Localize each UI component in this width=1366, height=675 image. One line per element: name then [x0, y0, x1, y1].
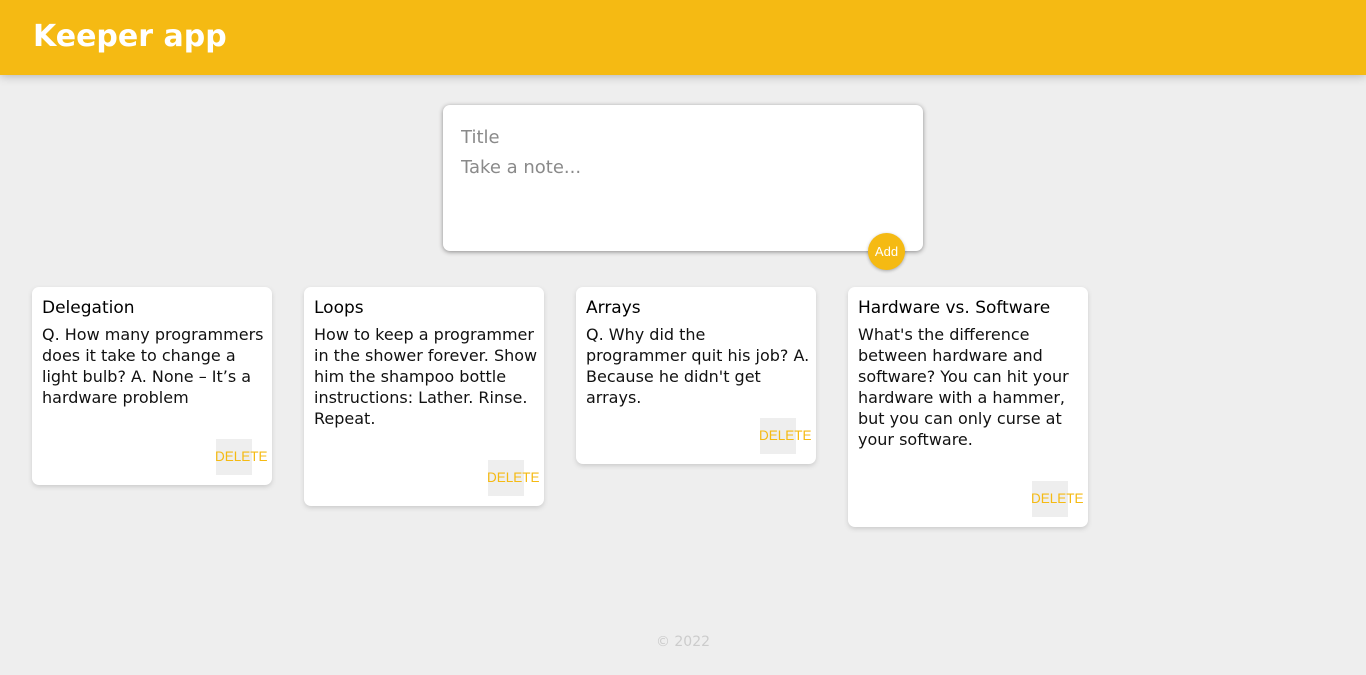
delete-note-button[interactable]: DELETE: [1031, 481, 1084, 517]
footer-copyright: © 2022: [655, 634, 711, 650]
note-content: How to keep a programmer in the shower f…: [314, 325, 543, 428]
note-title: Loops: [314, 298, 364, 318]
note-card: Delegation Q. How many programmers does …: [32, 287, 272, 485]
note-content: Q. Why did the programmer quit his job? …: [586, 325, 815, 407]
delete-note-button[interactable]: DELETE: [759, 418, 812, 454]
note-content: Q. How many programmers does it take to …: [42, 325, 269, 407]
note-card: Arrays Q. Why did the programmer quit hi…: [576, 287, 816, 464]
create-note-form: [443, 105, 923, 251]
note-content-input[interactable]: [461, 157, 901, 237]
app-title: Keeper app: [33, 19, 227, 54]
note-title: Arrays: [586, 298, 641, 318]
delete-note-button[interactable]: DELETE: [215, 439, 268, 475]
add-note-button[interactable]: Add: [868, 233, 905, 270]
app-header: Keeper app: [0, 0, 1366, 75]
note-title-input[interactable]: [461, 125, 901, 149]
note-card: Hardware vs. Software What's the differe…: [848, 287, 1088, 527]
delete-note-button[interactable]: DELETE: [487, 460, 540, 496]
note-title: Hardware vs. Software: [858, 298, 1051, 318]
note-card: Loops How to keep a programmer in the sh…: [304, 287, 544, 506]
note-title: Delegation: [42, 298, 135, 318]
note-content: What's the difference between hardware a…: [858, 325, 1074, 449]
